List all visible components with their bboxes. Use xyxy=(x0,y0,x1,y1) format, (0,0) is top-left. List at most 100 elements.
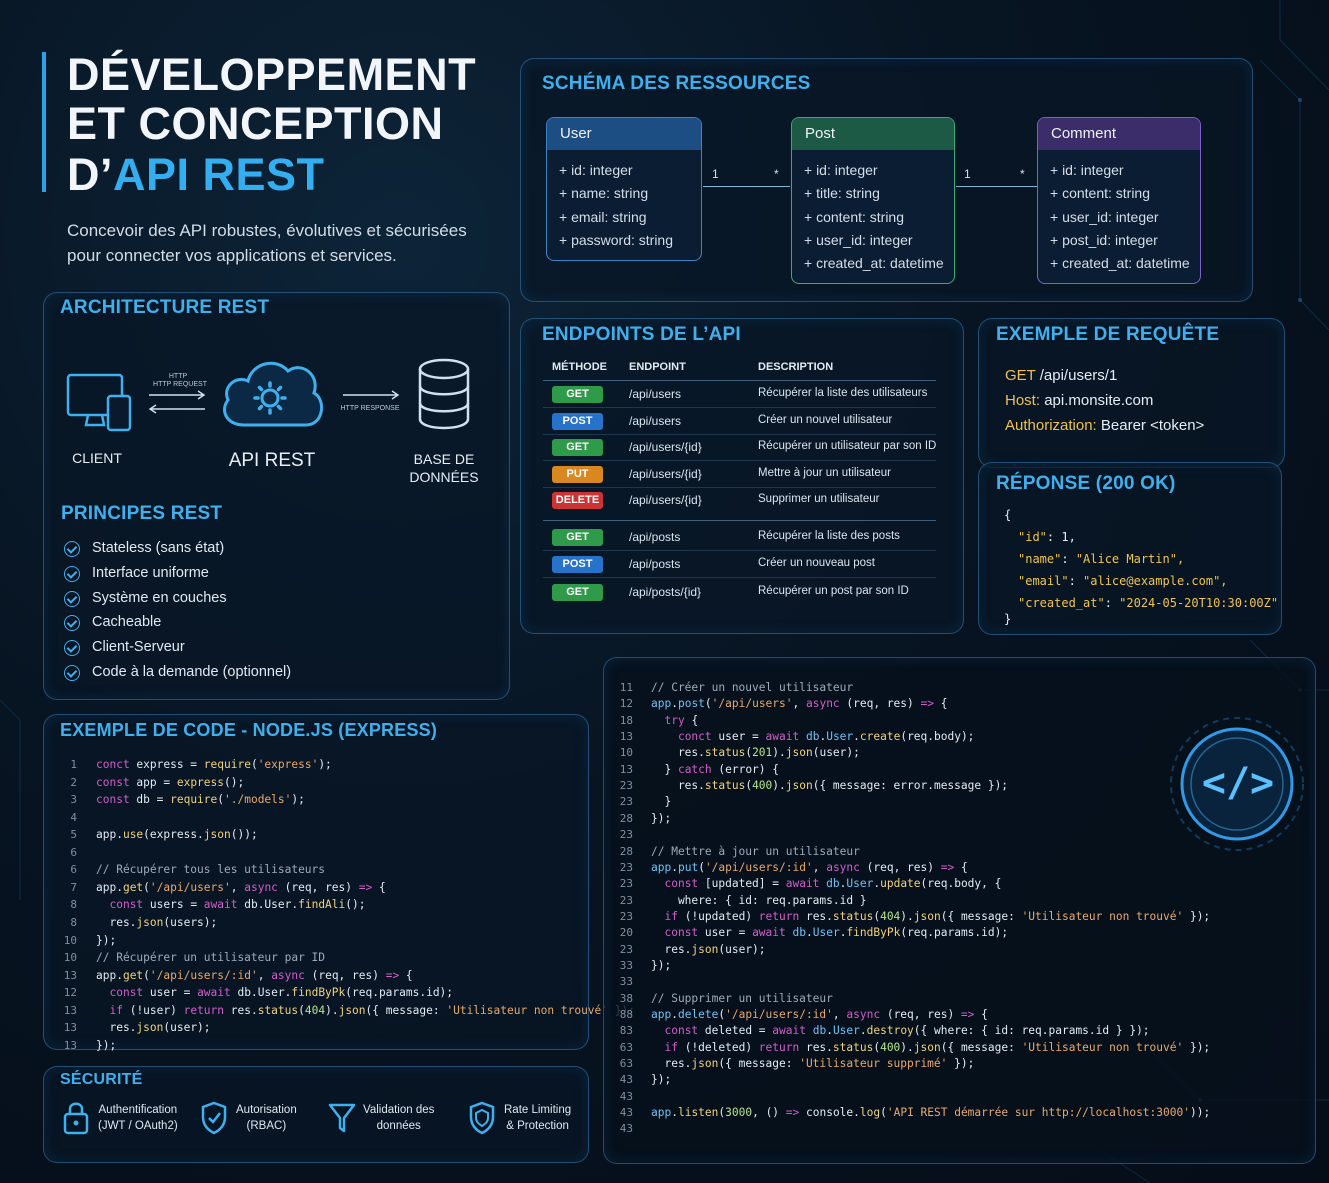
endpoint-row: GET/api/posts Récupérer la liste des post… xyxy=(543,524,936,551)
code-token: destroy xyxy=(866,1024,914,1038)
entity-field: + id: integer xyxy=(559,162,633,178)
code-token: deleted = xyxy=(698,1024,773,1038)
code-line: const user = await db.User.findByPk(req.… xyxy=(651,926,1008,939)
code-token: '/api/users/:id' xyxy=(149,968,258,982)
code-token: express xyxy=(176,775,224,789)
endpoint-path: /api/posts xyxy=(629,530,681,544)
title-accent: API REST xyxy=(113,149,325,200)
principle-label: Code à la demande (optionnel) xyxy=(92,664,292,680)
response-title: RÉPONSE (200 OK) xyxy=(996,473,1176,494)
line-number: 12 xyxy=(63,986,77,1000)
line-number: 8 xyxy=(70,915,77,929)
json-key: "email" xyxy=(1018,574,1069,588)
code-token: '/api/users/:id' xyxy=(704,860,813,874)
method-badge-get: GET xyxy=(552,529,603,546)
code-line: if (!updated) return res.status(404).jso… xyxy=(651,910,1210,923)
code-token: app = xyxy=(129,775,177,789)
page-title-line-3: D’API REST xyxy=(67,152,325,197)
code-token: res. xyxy=(651,746,705,760)
code-token: async xyxy=(846,1008,881,1021)
security-authorization-text: Autorisation (RBAC) xyxy=(236,1102,297,1134)
security-title: SÉCURITÉ xyxy=(60,1071,143,1088)
code-token: res. xyxy=(96,915,137,929)
principles-title: PRINCIPES REST xyxy=(61,503,223,524)
code-token: json xyxy=(691,942,719,956)
principle-label: Stateless (sans état) xyxy=(92,540,225,556)
code-line: }); xyxy=(651,1073,671,1086)
code-token: (!deleted) xyxy=(677,1040,759,1054)
code-token: db xyxy=(826,877,840,891)
relation-user-post-from: 1 xyxy=(712,167,719,181)
code-token: => xyxy=(920,697,934,711)
code-token: async xyxy=(805,697,840,711)
code-line: const user = await db.User.findByPk(req.… xyxy=(96,986,453,999)
request-path: /api/users/1 xyxy=(1039,367,1118,384)
endpoint-path: /api/users xyxy=(629,387,682,401)
client-devices-icon xyxy=(66,373,132,432)
line-number: 63 xyxy=(619,1040,633,1054)
line-number: 63 xyxy=(619,1057,633,1071)
line-number: 6 xyxy=(70,845,77,859)
security-item-authorization: Autorisation (RBAC) xyxy=(200,1100,297,1140)
code-token: ({ message: xyxy=(940,909,1022,923)
code-line: res.json({ message: 'Utilisateur supprim… xyxy=(651,1057,974,1070)
code-line: }); xyxy=(651,959,671,972)
line-number: 4 xyxy=(70,810,77,824)
line-number: 43 xyxy=(619,1106,633,1120)
code-token: app. xyxy=(96,828,123,842)
code-token: put xyxy=(677,860,699,874)
code-line: const [updated] = await db.User.update(r… xyxy=(651,877,1001,890)
request-auth-key: Authorization: xyxy=(1005,417,1097,434)
code-token: (!updated) xyxy=(677,909,759,923)
code-line: } xyxy=(651,795,671,808)
code-token: if xyxy=(109,1003,123,1017)
code-token: if xyxy=(664,909,678,923)
code-token: console. xyxy=(799,1106,860,1120)
line-number: 3 xyxy=(70,793,77,807)
json-colon: : xyxy=(1046,530,1062,544)
code-token: json xyxy=(785,779,813,793)
code-token: (req.body); xyxy=(900,730,975,744)
entity-field: + post_id: integer xyxy=(1050,231,1158,248)
code-token: 201 xyxy=(752,746,773,760)
code-line: conct express = require('express'); xyxy=(96,758,332,771)
code-token: ( xyxy=(143,968,150,982)
database-label-line-2: DONNÉES xyxy=(409,469,479,485)
json-value: "alice@example.com", xyxy=(1083,574,1228,588)
entity-comment-fields: + id: integer + content: string + user_id:… xyxy=(1038,150,1200,283)
code-token: db.User. xyxy=(230,986,292,1000)
line-number: 23 xyxy=(619,877,633,891)
code-token: // Créer un nouvel utilisateur xyxy=(651,681,854,694)
security-validation-line-2: données xyxy=(376,1120,421,1132)
code-token: delete xyxy=(677,1008,719,1021)
request-method: GET xyxy=(1005,367,1036,384)
line-number: 18 xyxy=(619,713,633,727)
code-token: status xyxy=(257,1003,299,1017)
code-token: await xyxy=(197,986,231,1000)
security-auth-text: Authentification (JWT / OAuth2) xyxy=(98,1102,178,1134)
line-number: 23 xyxy=(619,779,633,793)
code-token: { xyxy=(954,860,968,874)
code-token: await xyxy=(772,1024,806,1038)
json-key: "created_at" xyxy=(1018,596,1105,610)
security-rate-limit-text: Rate Limiting & Protection xyxy=(504,1102,571,1134)
endpoint-path: /api/users xyxy=(629,414,682,428)
code-token: User xyxy=(826,730,854,744)
page-subtitle: Concevoir des API robustes, évolutives e… xyxy=(67,221,467,265)
code-token: }); xyxy=(96,1038,117,1052)
code-token: findByPk xyxy=(291,986,346,1000)
entity-post-header: Post xyxy=(792,118,954,150)
code-token: }); xyxy=(1183,909,1211,923)
page-title-line-1: DÉVELOPPEMENT xyxy=(67,49,477,100)
code-token: => xyxy=(385,968,400,982)
code-token: get xyxy=(122,968,144,982)
code-token: (req, res) xyxy=(880,1008,961,1021)
entity-field: + created_at: datetime xyxy=(804,255,944,272)
endpoints-group-divider xyxy=(543,520,936,521)
relation-post-comment-from: 1 xyxy=(964,167,971,181)
